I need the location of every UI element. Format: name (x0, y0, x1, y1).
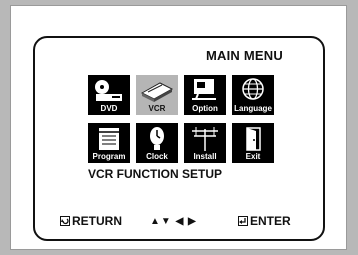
menu-item-option[interactable]: Option (184, 75, 226, 115)
navigation-arrows: ▲▼ ◀ ▶ (150, 216, 197, 227)
calendar-icon (99, 128, 119, 150)
menu-title: MAIN MENU (206, 48, 283, 63)
menu-item-label: Language (234, 104, 272, 113)
return-icon (60, 216, 70, 226)
menu-item-label: Option (192, 104, 218, 113)
return-label: RETURN (72, 214, 122, 228)
disc-player-icon (95, 80, 122, 101)
vcr-icon (140, 82, 174, 102)
menu-item-program[interactable]: Program (88, 123, 130, 163)
menu-item-label: VCR (148, 104, 166, 113)
menu-item-label: Program (92, 152, 126, 161)
menu-item-label: Install (193, 152, 217, 161)
main-menu-panel (33, 36, 325, 241)
clock-icon (150, 127, 164, 150)
menu-item-clock[interactable]: Clock (136, 123, 178, 163)
menu-item-vcr[interactable]: VCR (136, 75, 178, 115)
return-button[interactable]: RETURN (60, 214, 122, 228)
menu-item-label: DVD (100, 104, 118, 113)
enter-label: ENTER (250, 214, 291, 228)
menu-item-exit[interactable]: Exit (232, 123, 274, 163)
globe-icon (242, 78, 264, 100)
enter-icon (238, 216, 248, 226)
menu-item-language[interactable]: Language (232, 75, 274, 115)
menu-item-dvd[interactable]: DVD (88, 75, 130, 115)
enter-button[interactable]: ENTER (238, 214, 291, 228)
monitor-options-icon (192, 79, 216, 100)
antenna-icon (192, 127, 218, 151)
menu-item-label: Exit (245, 152, 261, 161)
exit-door-icon (246, 127, 261, 151)
function-description: VCR FUNCTION SETUP (88, 167, 223, 181)
menu-item-label: Clock (146, 152, 168, 161)
menu-item-install[interactable]: Install (184, 123, 226, 163)
